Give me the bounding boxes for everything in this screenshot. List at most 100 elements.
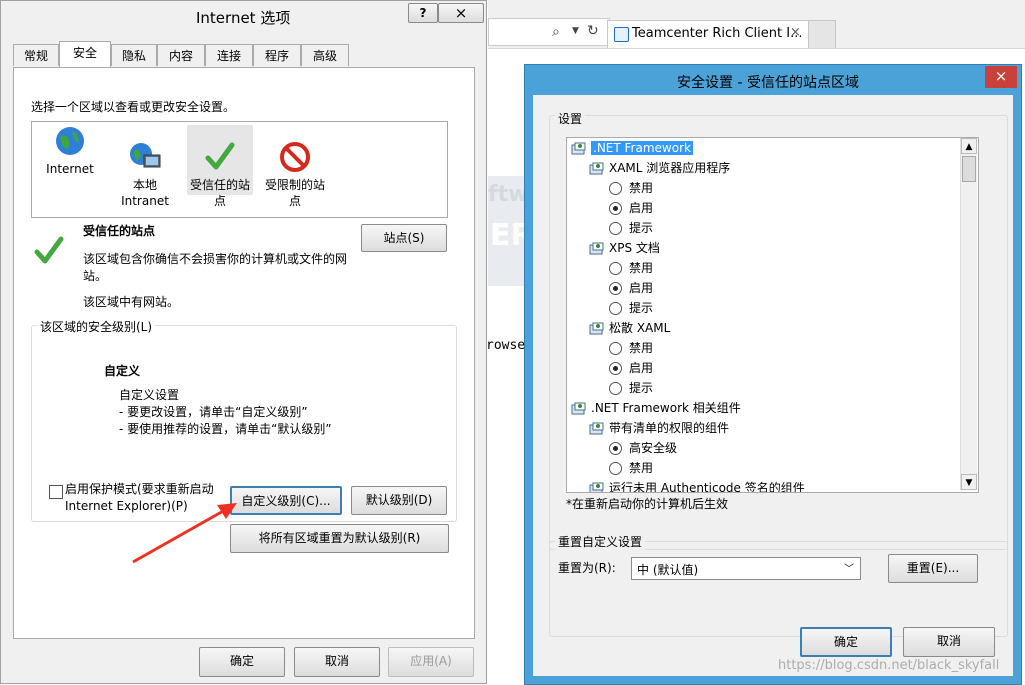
tree-option[interactable]: 高安全级 <box>609 438 677 458</box>
ok-button[interactable]: 确定 <box>199 647 285 677</box>
tree-scrollbar[interactable]: ▲ ▼ <box>960 138 977 490</box>
radio-button[interactable] <box>609 302 622 315</box>
chevron-down-icon: ﹀ <box>844 564 854 575</box>
tab-close-icon[interactable]: × <box>790 25 801 40</box>
tab-privacy[interactable]: 隐私 <box>111 44 157 66</box>
intranet-icon <box>130 143 161 168</box>
tree-item-label: 松散 XAML <box>609 321 671 335</box>
tree-category[interactable]: 松散 XAML <box>589 318 670 338</box>
apply-button[interactable]: 应用(A) <box>388 647 474 677</box>
tree-category[interactable]: XPS 文档 <box>589 238 660 258</box>
zone-internet[interactable]: Internet <box>41 125 99 177</box>
zone-restricted-sites[interactable]: 受限制的站 点 <box>262 125 328 225</box>
radio-button[interactable] <box>609 382 622 395</box>
new-tab-button[interactable] <box>808 20 836 48</box>
reset-to-select[interactable]: 中 (默认值) ﹀ <box>631 557 861 580</box>
tree-option[interactable]: 启用 <box>609 278 653 298</box>
zone-title: 受信任的站点 <box>83 224 156 238</box>
tree-item-label: 禁用 <box>629 181 654 195</box>
tree-category[interactable]: .NET Framework 相关组件 <box>571 398 741 418</box>
radio-button[interactable] <box>609 282 622 295</box>
help-button[interactable]: ? <box>408 3 438 23</box>
refresh-icon[interactable]: ↻ <box>587 23 599 39</box>
tree-option[interactable]: 禁用 <box>609 458 653 478</box>
scroll-down-icon[interactable]: ▼ <box>961 474 977 490</box>
zone-prompt: 选择一个区域以查看或更改安全设置。 <box>31 100 236 114</box>
scroll-up-icon[interactable]: ▲ <box>961 138 977 154</box>
settings-category-icon <box>571 142 587 156</box>
annotation-arrow <box>132 503 237 564</box>
search-icon[interactable]: ⌕ <box>552 24 560 40</box>
tree-item-label: 高安全级 <box>629 441 678 455</box>
settings-category-icon <box>571 402 587 416</box>
tree-option[interactable]: 启用 <box>609 358 653 378</box>
tree-option[interactable]: 提示 <box>609 378 653 398</box>
tab-content[interactable]: 内容 <box>157 44 205 66</box>
radio-button[interactable] <box>609 222 622 235</box>
default-level-button[interactable]: 默认级别(D) <box>351 486 447 515</box>
tab-programs[interactable]: 程序 <box>253 44 301 66</box>
cancel-button[interactable]: 取消 <box>903 627 995 657</box>
level-desc-line-2: - 要更改设置，请单击“自定义级别” <box>119 405 308 419</box>
dropdown-icon[interactable]: ▼ <box>572 26 579 36</box>
reset-all-zones-button[interactable]: 将所有区域重置为默认级别(R) <box>230 524 449 553</box>
tab-advanced[interactable]: 高级 <box>301 44 349 66</box>
dialog-title: 安全设置 - 受信任的站点区域 <box>677 75 859 91</box>
radio-button[interactable] <box>609 462 622 475</box>
trusted-check-icon <box>34 236 64 264</box>
watermark: https://blog.csdn.net/black_skyfall <box>778 658 1000 673</box>
radio-button[interactable] <box>609 442 622 455</box>
reset-to-value: 中 (默认值) <box>637 563 699 577</box>
tree-item-label: 启用 <box>629 361 654 375</box>
protected-mode-checkbox[interactable] <box>49 485 63 499</box>
reset-button[interactable]: 重置(E)... <box>888 554 978 583</box>
radio-button[interactable] <box>609 342 622 355</box>
ok-button[interactable]: 确定 <box>800 627 892 657</box>
close-button[interactable]: × <box>985 66 1017 88</box>
tree-option[interactable]: 启用 <box>609 198 653 218</box>
settings-category-icon <box>589 322 605 336</box>
cancel-button[interactable]: 取消 <box>294 647 380 677</box>
tree-option[interactable]: 提示 <box>609 298 653 318</box>
zone-label: 受限制的站 点 <box>264 178 325 208</box>
scroll-thumb[interactable] <box>962 156 976 182</box>
tree-category[interactable]: 带有清单的权限的组件 <box>589 418 729 438</box>
tree-item-label: .NET Framework <box>591 141 693 155</box>
sites-button[interactable]: 站点(S) <box>361 224 447 252</box>
security-settings-dialog: 安全设置 - 受信任的站点区域 × 设置 .NET Framework XAML … <box>524 64 1022 685</box>
radio-button[interactable] <box>609 362 622 375</box>
radio-button[interactable] <box>609 182 622 195</box>
settings-category-icon <box>589 242 605 256</box>
checkmark-icon <box>205 142 235 170</box>
settings-tree[interactable]: .NET Framework XAML 浏览器应用程序 禁用 启用 提示 XPS 文档 禁用… <box>566 137 979 493</box>
zone-label: Internet <box>46 162 94 176</box>
tree-option[interactable]: 禁用 <box>609 338 653 358</box>
tab-general[interactable]: 常规 <box>13 44 59 66</box>
tree-category[interactable]: .NET Framework <box>571 138 693 158</box>
tree-item-label: 带有清单的权限的组件 <box>609 421 730 435</box>
zone-trusted-sites[interactable]: 受信任的站 点 <box>187 125 253 208</box>
tree-category[interactable]: 运行未用 Authenticode 签名的组件 <box>589 478 805 492</box>
tree-option[interactable]: 提示 <box>609 218 653 238</box>
close-button[interactable]: × <box>438 3 484 23</box>
zone-local-intranet[interactable]: 本地 Intranet <box>114 125 176 225</box>
tab-favicon-icon <box>614 27 629 42</box>
tree-option[interactable]: 禁用 <box>609 258 653 278</box>
settings-label: 设置 <box>555 110 586 127</box>
browser-tab-title: Teamcenter Rich Client I... <box>632 26 803 41</box>
settings-category-icon <box>589 162 605 176</box>
security-level-label: 该区域的安全级别(L) <box>37 318 156 335</box>
tab-security[interactable]: 安全 <box>59 41 111 68</box>
tab-connections[interactable]: 连接 <box>205 44 253 66</box>
dialog-title: Internet 选项 <box>196 9 291 27</box>
custom-level-button[interactable]: 自定义级别(C)... <box>230 486 342 515</box>
zone-note: 该区域中有网站。 <box>83 295 180 309</box>
tree-option[interactable]: 禁用 <box>609 178 653 198</box>
radio-button[interactable] <box>609 262 622 275</box>
tree-item-label: 启用 <box>629 281 654 295</box>
radio-button[interactable] <box>609 202 622 215</box>
tree-category[interactable]: XAML 浏览器应用程序 <box>589 158 730 178</box>
tree-item-label: 提示 <box>629 221 654 235</box>
tree-item-label: XPS 文档 <box>609 241 660 255</box>
tree-item-label: 禁用 <box>629 461 654 475</box>
